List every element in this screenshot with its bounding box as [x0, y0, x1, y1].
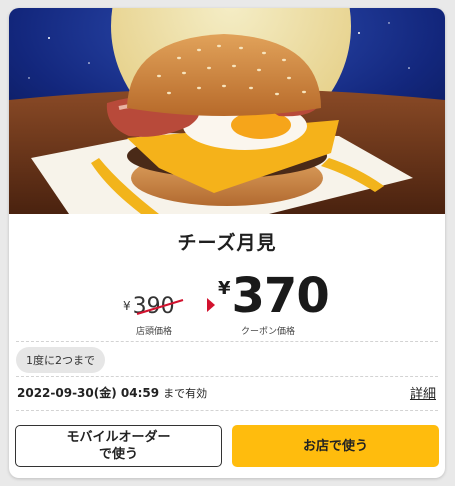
expiry-suffix: まで有効 [163, 387, 208, 400]
coupon-card: チーズ月見 ¥390 店頭価格 ¥370 クーポン価格 1度に2つまで 2022… [9, 8, 445, 478]
strikethrough-mark [136, 299, 184, 315]
coupon-price-value: 370 [231, 268, 330, 324]
divider [16, 410, 438, 411]
divider [16, 341, 438, 342]
store-price-currency: ¥ [123, 299, 131, 313]
expiry-info: 2022-09-30(金) 04:59 まで有効 [17, 384, 207, 401]
usage-limit-badge: 1度に2つまで [16, 347, 105, 373]
triangle-arrow-icon [207, 298, 215, 312]
details-link[interactable]: 詳細 [410, 383, 436, 402]
burger-illustration [9, 8, 445, 214]
product-image [9, 8, 445, 214]
mobile-order-label-line1: モバイルオーダー [66, 430, 171, 445]
coupon-price-currency: ¥ [218, 278, 230, 299]
use-in-store-button[interactable]: お店で使う [232, 425, 439, 467]
mobile-order-button[interactable]: モバイルオーダー で使う [15, 425, 222, 467]
expiry-date: 2022-09-30(金) 04:59 [17, 386, 160, 400]
coupon-price-label: クーポン価格 [241, 327, 296, 337]
divider [16, 376, 438, 377]
coupon-price: ¥370 [218, 268, 330, 324]
use-in-store-label: お店で使う [302, 438, 368, 454]
store-price-label: 店頭価格 [136, 327, 173, 337]
product-name: チーズ月見 [177, 232, 277, 254]
price-row: ¥390 店頭価格 ¥370 クーポン価格 [9, 266, 445, 337]
mobile-order-label-line2: で使う [98, 447, 138, 462]
